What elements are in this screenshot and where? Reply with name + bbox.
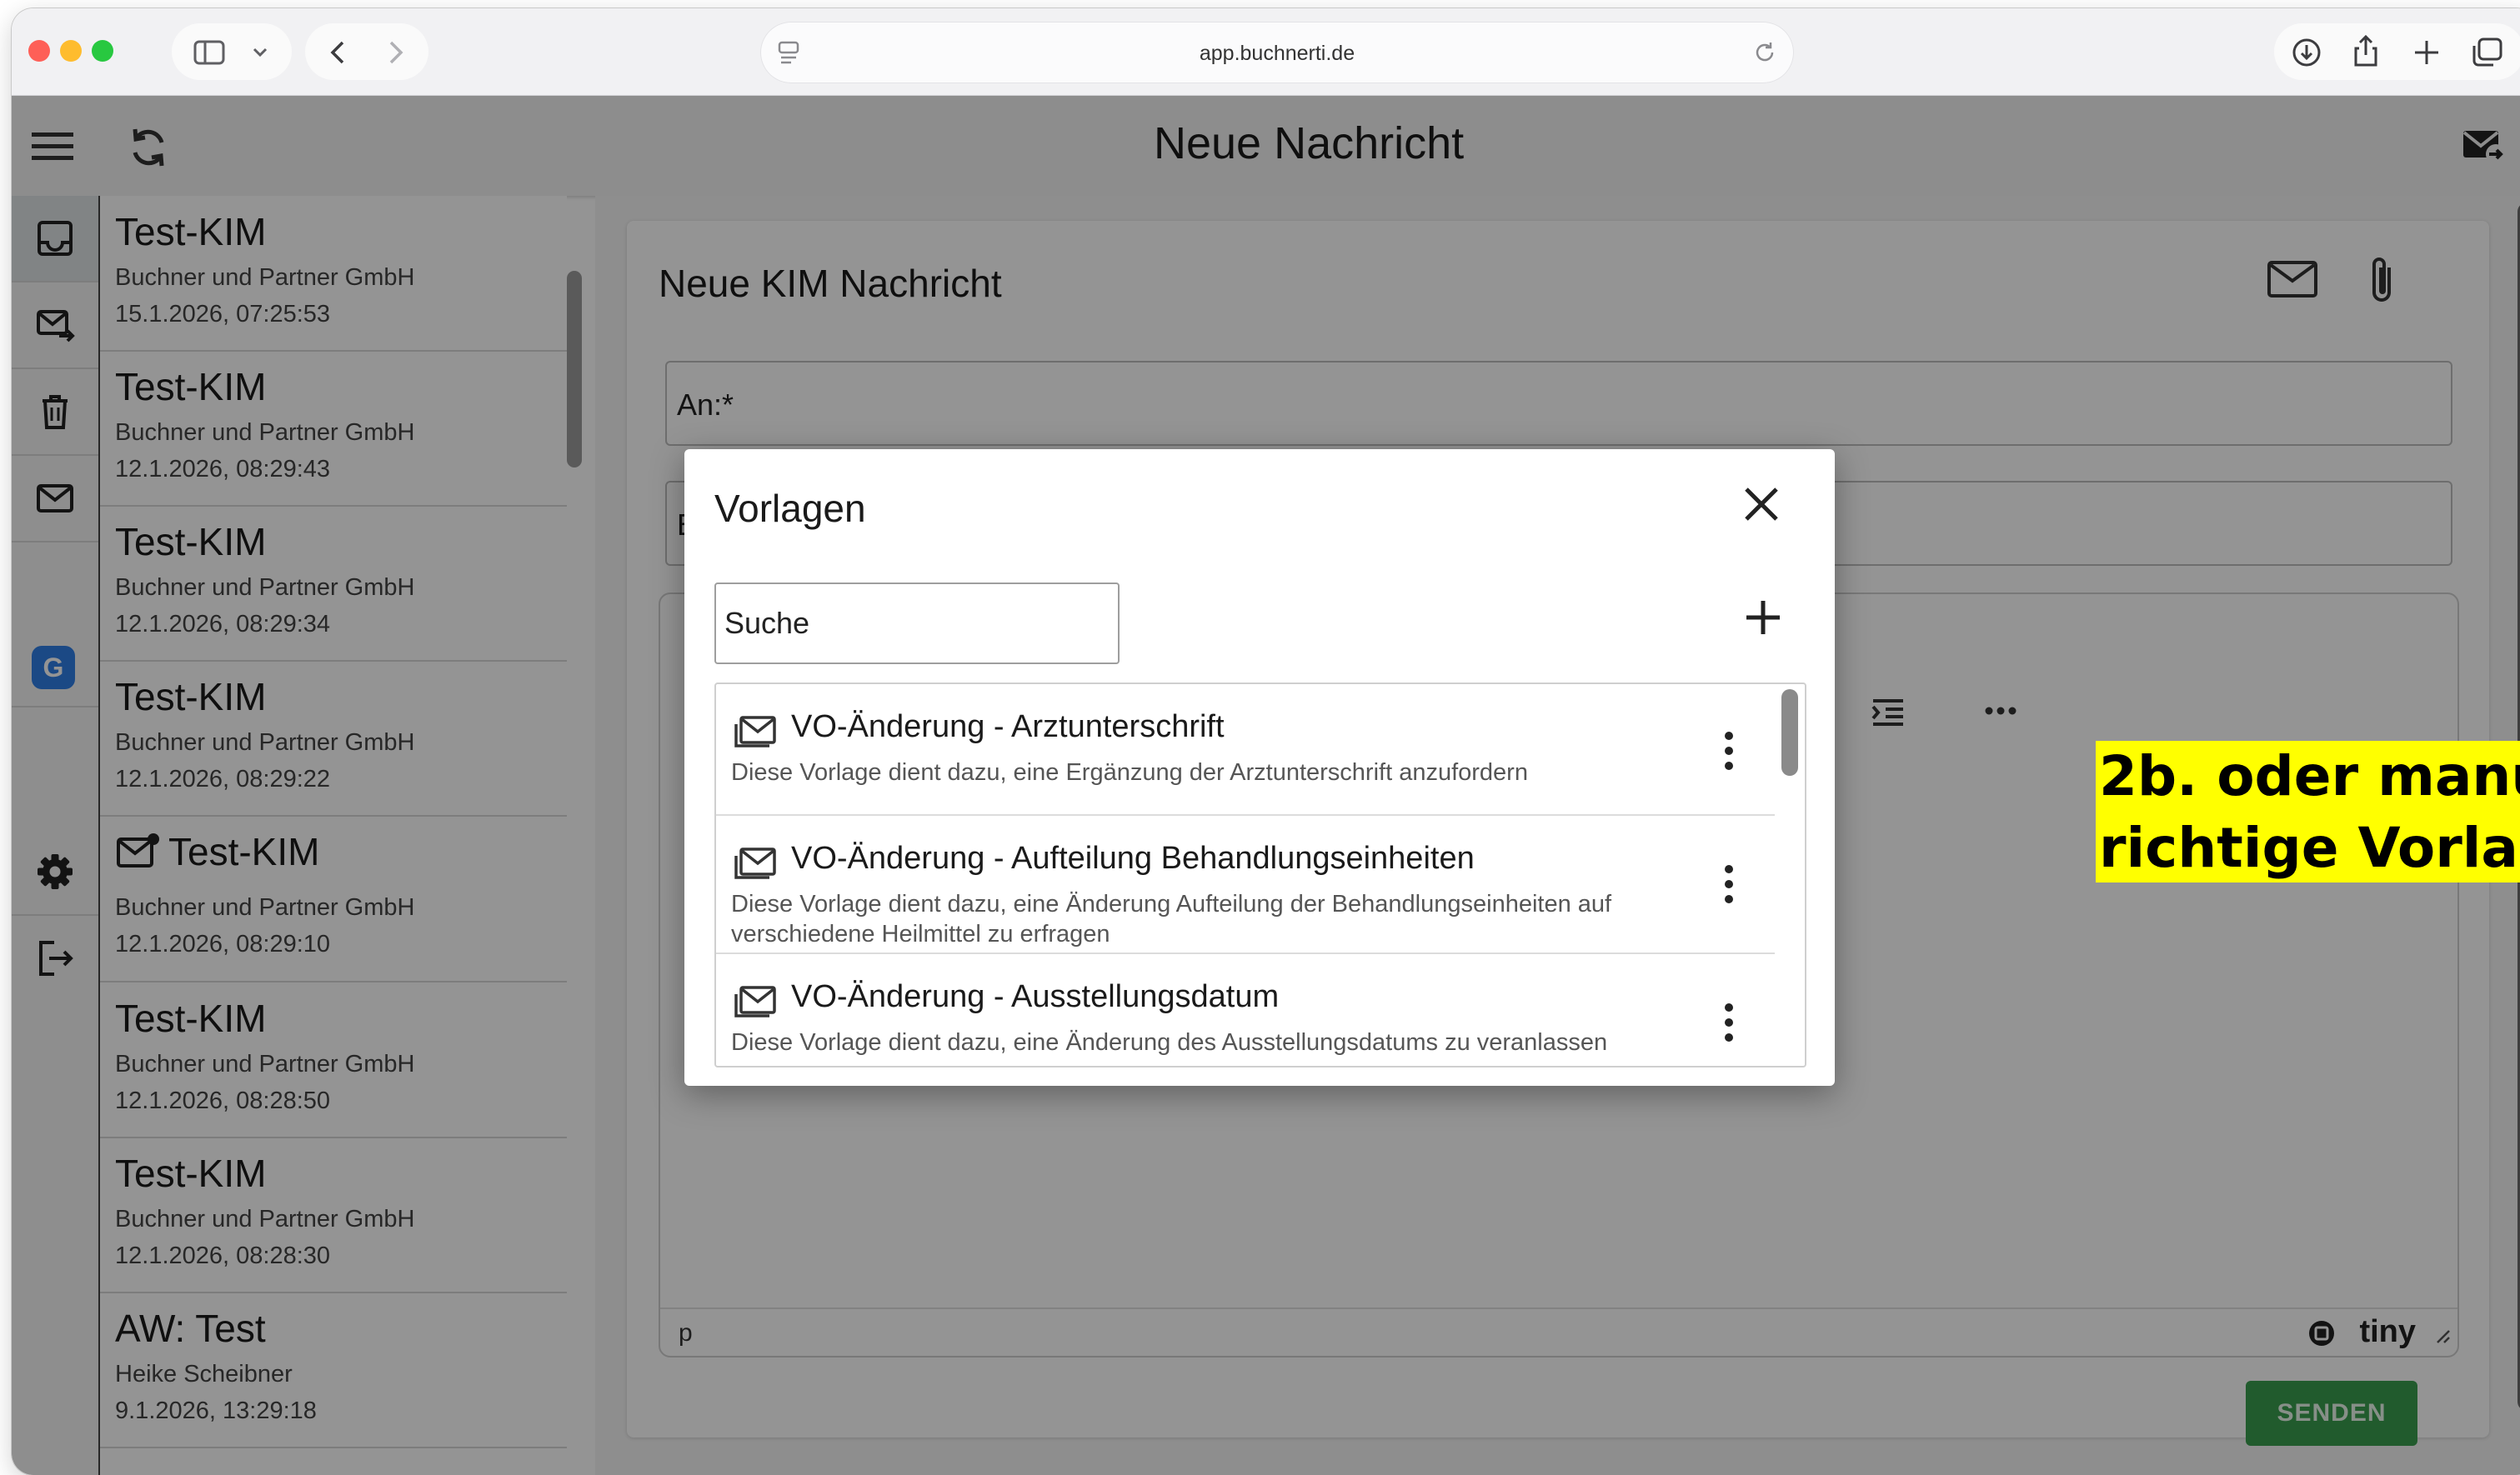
add-template-icon[interactable] (1741, 596, 1785, 639)
history-nav (305, 23, 428, 80)
template-search-input[interactable] (714, 582, 1120, 664)
browser-toolbar: app.buchnerti.de (12, 8, 2520, 96)
new-tab-icon[interactable] (2412, 38, 2441, 67)
sidebar-icon (193, 40, 225, 65)
tab-overview-icon[interactable] (2471, 37, 2504, 68)
annotation-line-1: 2b. oder manu (2099, 744, 2520, 808)
template-title: VO-Änderung - Arztunterschrift (791, 709, 1225, 744)
template-mail-icon (734, 848, 776, 879)
address-bar[interactable]: app.buchnerti.de (760, 22, 1794, 83)
template-title: VO-Änderung - Aufteilung Behandlungseinh… (791, 841, 1475, 876)
template-description: Diese Vorlage dient dazu, eine Änderung … (731, 891, 1612, 948)
dialog-title: Vorlagen (714, 487, 866, 530)
template-list: VO-Änderung - Arztunterschrift Diese Vor… (714, 682, 1806, 1068)
template-item[interactable]: VO-Änderung - Ausstellungsdatum Diese Vo… (716, 954, 1775, 1066)
reload-icon[interactable] (1752, 40, 1777, 65)
toolbar-actions (2274, 23, 2520, 80)
template-item[interactable]: VO-Änderung - Arztunterschrift Diese Vor… (716, 684, 1775, 816)
close-icon[interactable] (1738, 481, 1785, 528)
template-description: Diese Vorlage dient dazu, eine Änderung … (731, 1029, 1608, 1056)
more-vertical-icon[interactable] (1721, 729, 1737, 772)
chevron-down-icon (253, 48, 268, 58)
share-icon[interactable] (2351, 33, 2381, 68)
annotation-line-2: richtige Vorlag (2099, 816, 2520, 880)
close-window-button[interactable] (28, 40, 50, 62)
template-description: Diese Vorlage dient dazu, eine Ergänzung… (731, 759, 1528, 786)
template-item[interactable]: VO-Änderung - Aufteilung Behandlungseinh… (716, 816, 1775, 954)
template-mail-icon (734, 986, 776, 1018)
sidebar-toggle-button[interactable] (172, 23, 292, 80)
templates-dialog: Vorlagen VO-Änderung - Arztunterschrift … (684, 449, 1835, 1086)
more-vertical-icon[interactable] (1721, 862, 1737, 906)
downloads-icon[interactable] (2291, 37, 2322, 68)
template-mail-icon (734, 716, 776, 748)
template-title: VO-Änderung - Ausstellungsdatum (791, 979, 1280, 1014)
more-vertical-icon[interactable] (1721, 1001, 1737, 1044)
back-icon[interactable] (328, 40, 347, 65)
template-list-scrollbar[interactable] (1781, 689, 1798, 776)
annotation-callout: 2b. oder manu richtige Vorlag (2096, 741, 2520, 882)
zoom-window-button[interactable] (92, 40, 113, 62)
forward-icon[interactable] (387, 40, 405, 65)
minimize-window-button[interactable] (60, 40, 82, 62)
url-text: app.buchnerti.de (1199, 42, 1355, 65)
